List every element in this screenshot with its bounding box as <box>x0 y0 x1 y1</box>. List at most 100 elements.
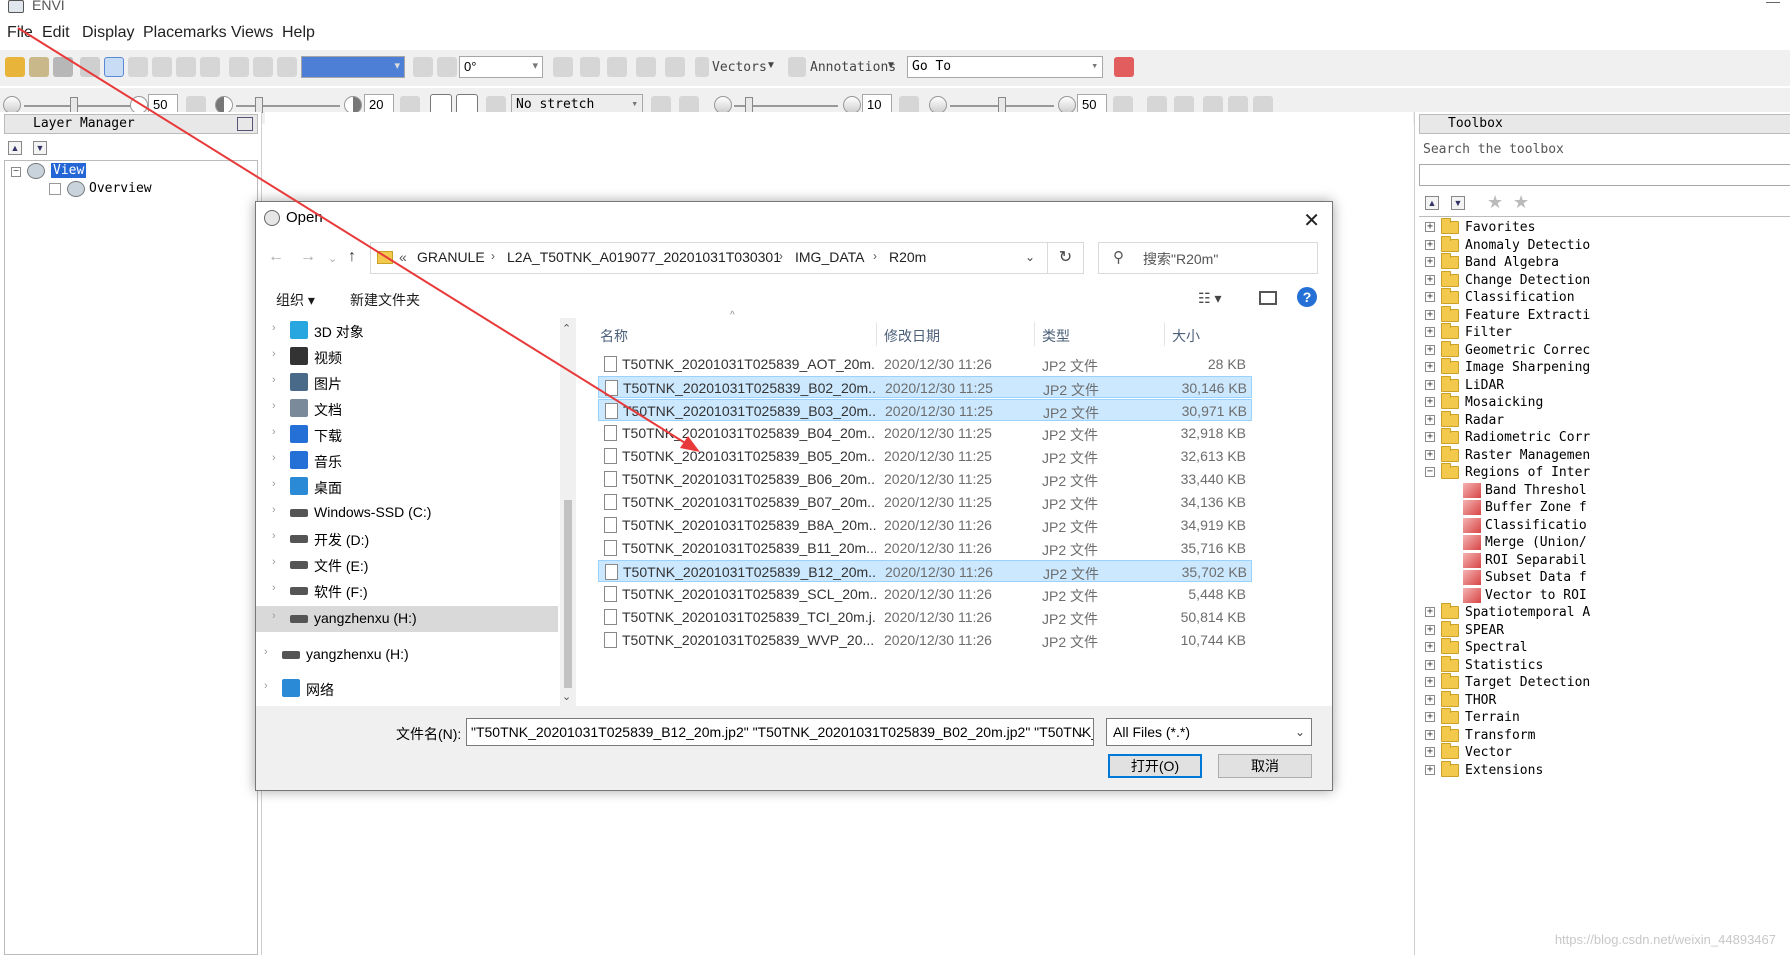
spectral-profile-icon[interactable] <box>580 57 600 77</box>
tree-expand-icon[interactable]: + <box>1425 397 1435 407</box>
annotations-icon[interactable] <box>788 57 806 77</box>
file-row[interactable]: T50TNK_20201031T025839_B11_20m.... 2020/1… <box>598 537 1252 559</box>
toolbox-item[interactable]: + Spectral <box>1419 638 1790 656</box>
goto-combo[interactable]: Go To ▾ <box>907 56 1103 78</box>
chevron-right-icon[interactable]: › <box>272 582 276 594</box>
menu-display[interactable]: Display <box>82 24 134 42</box>
file-row[interactable]: T50TNK_20201031T025839_SCL_20m.... 2020/1… <box>598 583 1252 605</box>
fixed-zoom-icon[interactable] <box>277 57 297 77</box>
file-row[interactable]: T50TNK_20201031T025839_TCI_20m.j... 2020/… <box>598 606 1252 628</box>
address-overflow[interactable]: « <box>399 249 407 265</box>
chevron-right-icon[interactable]: › <box>272 610 276 622</box>
tree-expand-icon[interactable]: + <box>1425 222 1435 232</box>
breadcrumb-granule[interactable]: GRANULE <box>417 249 485 265</box>
scroll-down-icon[interactable]: ⌄ <box>562 690 571 703</box>
tree-expand-icon[interactable]: + <box>1425 414 1435 425</box>
menu-edit[interactable]: Edit <box>42 24 70 42</box>
toolbox-item[interactable]: + Classification <box>1419 288 1790 306</box>
tree-expand-icon[interactable]: + <box>1425 432 1435 442</box>
roi-tool-icon[interactable] <box>636 57 656 77</box>
tree-expand-icon[interactable]: + <box>1425 694 1435 705</box>
tree-expand-icon[interactable]: + <box>1425 642 1435 652</box>
overview-checkbox[interactable] <box>49 183 61 195</box>
stop-icon[interactable] <box>1114 57 1134 77</box>
nav-item[interactable]: › 视频 <box>256 344 558 370</box>
filename-input[interactable]: "T50TNK_20201031T025839_B12_20m.jp2" "T5… <box>466 718 1094 746</box>
file-row[interactable]: T50TNK_20201031T025839_B02_20m.... 2020/1… <box>598 376 1252 398</box>
menu-file[interactable]: File <box>7 24 33 42</box>
nav-item[interactable]: › 文档 <box>256 396 558 422</box>
recent-chevron-icon[interactable]: ⌄ <box>328 252 337 265</box>
breadcrumb-separator-icon[interactable]: › <box>491 249 495 263</box>
add-favorite-star-icon[interactable]: ★ <box>1487 192 1503 213</box>
crosshair-icon[interactable] <box>553 57 573 77</box>
breadcrumb-separator-icon[interactable]: › <box>779 249 783 263</box>
toolbox-roi-tool[interactable]: ROI Separabil <box>1419 552 1790 569</box>
toolbox-roi-tool[interactable]: Band Threshol <box>1419 482 1790 499</box>
file-row[interactable]: T50TNK_20201031T025839_B03_20m.... 2020/1… <box>598 399 1252 421</box>
menu-help[interactable]: Help <box>282 24 315 42</box>
file-row[interactable]: T50TNK_20201031T025839_AOT_20m.... 2020/1… <box>598 353 1252 375</box>
nav-scrollbar[interactable]: ⌃ ⌄ <box>560 318 576 706</box>
portal-icon[interactable] <box>665 57 685 77</box>
dialog-search-input[interactable]: ⚲ 搜索"R20m" <box>1098 242 1318 274</box>
rotate-up-icon[interactable] <box>437 57 457 77</box>
toolbox-item[interactable]: + LiDAR <box>1419 375 1790 394</box>
toolbox-item[interactable]: + Filter <box>1419 323 1790 341</box>
toolbox-item[interactable]: + Transform <box>1419 725 1790 744</box>
minimize-icon[interactable] <box>1766 2 1780 3</box>
chevron-right-icon[interactable]: › <box>272 452 276 464</box>
close-icon[interactable]: ✕ <box>1303 208 1320 233</box>
tree-expand-icon[interactable]: + <box>1425 292 1435 302</box>
nav-item[interactable]: › yangzhenxu (H:) <box>248 642 550 668</box>
toolbox-roi-tool[interactable]: Classificatio <box>1419 517 1790 534</box>
chevron-right-icon[interactable]: › <box>272 400 276 412</box>
tree-expand-icon[interactable]: + <box>1425 764 1435 775</box>
transparency-slider-knob[interactable] <box>998 97 1006 113</box>
tree-expand-icon[interactable]: + <box>1425 729 1435 740</box>
column-size[interactable]: 大小 <box>1172 326 1200 346</box>
tree-expand-icon[interactable]: + <box>1425 712 1435 722</box>
toolbox-item[interactable]: + Anomaly Detectio <box>1419 235 1790 254</box>
vectors-menu[interactable]: Vectors <box>712 60 767 75</box>
file-row[interactable]: T50TNK_20201031T025839_WVP_20... 2020/12/… <box>598 629 1252 651</box>
nav-item[interactable]: › 3D 对象 <box>256 318 558 344</box>
tree-expand-icon[interactable]: + <box>1425 607 1435 617</box>
chevron-right-icon[interactable]: › <box>264 680 268 692</box>
nav-item[interactable]: › yangzhenxu (H:) <box>256 606 558 632</box>
data-manager-icon[interactable] <box>29 57 49 77</box>
tree-expand-icon[interactable]: + <box>1425 257 1435 267</box>
file-row[interactable]: T50TNK_20201031T025839_B04_20m.... 2020/1… <box>598 422 1252 444</box>
menu-placemarks[interactable]: Placemarks <box>143 24 227 42</box>
nav-item[interactable]: › Windows-SSD (C:) <box>256 500 558 526</box>
chevron-right-icon[interactable]: › <box>272 322 276 334</box>
organize-menu[interactable]: 组织 ▾ <box>276 290 315 310</box>
tree-collapse-icon[interactable]: − <box>1425 467 1435 477</box>
toolbox-item[interactable]: + Feature Extracti <box>1419 305 1790 324</box>
toolbox-item[interactable]: + Radiometric Corr <box>1419 428 1790 446</box>
toolbox-item[interactable]: + SPEAR <box>1419 620 1790 639</box>
toolbox-item[interactable]: + Statistics <box>1419 655 1790 674</box>
rotate-north-icon[interactable] <box>413 57 433 77</box>
file-type-filter[interactable]: All Files (*.*) ⌄ <box>1106 718 1312 746</box>
toolbox-item[interactable]: + Radar <box>1419 410 1790 429</box>
open-button[interactable]: 打开(O) <box>1108 754 1202 778</box>
toolbox-item[interactable]: − Regions of Inter <box>1419 463 1790 481</box>
tree-expand-icon[interactable]: + <box>1425 309 1435 320</box>
toolbox-item[interactable]: + Mosaicking <box>1419 393 1790 411</box>
measure-icon[interactable] <box>607 57 627 77</box>
nav-item[interactable]: › 图片 <box>256 370 558 396</box>
select-arrow-icon[interactable] <box>104 57 124 77</box>
toolbox-roi-tool[interactable]: Buffer Zone f <box>1419 499 1790 516</box>
toolbox-roi-tool[interactable]: Subset Data f <box>1419 569 1790 586</box>
file-row[interactable]: T50TNK_20201031T025839_B05_20m.... 2020/1… <box>598 445 1252 467</box>
column-separator[interactable] <box>1034 322 1035 346</box>
tree-expand-icon[interactable]: + <box>1425 449 1435 460</box>
open-folder-icon[interactable] <box>5 57 25 77</box>
up-arrow-icon[interactable]: ↑ <box>348 248 356 266</box>
toolbox-roi-tool[interactable]: Vector to ROI <box>1419 587 1790 604</box>
toolbox-item[interactable]: + Change Detection <box>1419 270 1790 289</box>
zoom-out-icon[interactable] <box>253 57 273 77</box>
chevron-right-icon[interactable]: › <box>264 646 268 658</box>
fly-icon[interactable] <box>152 57 172 77</box>
